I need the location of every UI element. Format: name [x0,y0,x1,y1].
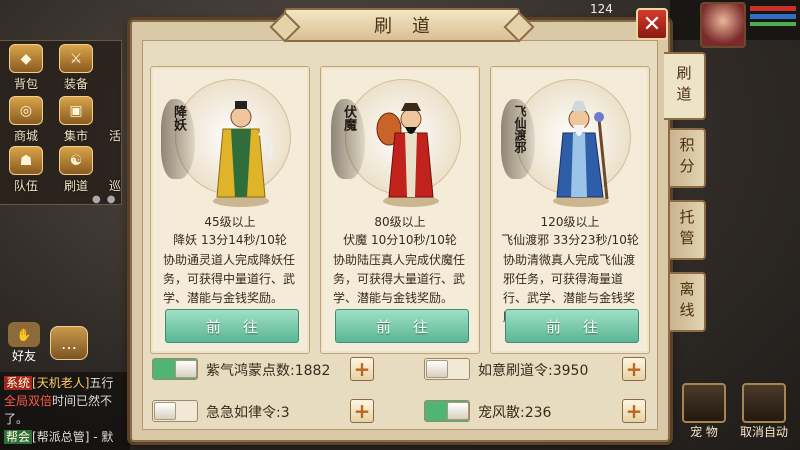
item-chongfengsan: 宠风散:236 + [424,394,656,426]
card-timer: 降妖 13分14秒/10轮 [173,233,287,247]
mall-icon: ◎ [9,96,43,125]
card-level: 45级以上 [204,215,256,229]
equipment-icon: ⚔ [59,44,93,73]
pet-icon [682,383,726,423]
daoist-icon: ☯ [59,146,93,175]
market-icon: ▣ [59,96,93,125]
item-ruyi-shuadao: 如意刷道令:3950 + [424,352,656,384]
add-item-button[interactable]: + [350,357,374,381]
card-timer: 飞仙渡邪 33分23秒/10轮 [501,233,639,247]
go-button[interactable]: 前往 [165,309,299,343]
chat-line: 了。 [4,412,29,426]
mp-bar [750,14,796,19]
close-button[interactable]: ✕ [636,8,668,40]
immortal-figure-icon [376,103,439,207]
go-button[interactable]: 前往 [335,309,469,343]
item-toggle[interactable] [424,400,470,422]
shuadao-dialog: 刷道 降妖 45级以上 降妖 13分14秒/10轮 协助通灵道人完成降妖任务，可… [130,8,670,442]
cancel-auto-button[interactable]: 取消自动 [736,382,792,440]
tab-lixian[interactable]: 离线 [670,272,706,332]
sage-figure-icon [553,101,609,207]
item-label: 宠风散:236 [478,405,552,421]
quest-card-feixian: 飞仙渡邪 120级以上 飞仙渡邪 33分23秒/10轮 协助清微真人完成飞仙渡邪… [490,66,650,354]
tab-tuoguan[interactable]: 托管 [670,200,706,260]
menu-market-button[interactable]: ▣ 集市 [54,96,98,144]
friends-button[interactable]: ✋ 好友 [4,322,44,364]
daoist-figure-icon [213,101,273,207]
quest-card-fumo: 伏魔 80级以上 伏魔 10分10秒/10轮 协助陆压真人完成伏魔任务，可获得大… [320,66,480,354]
item-row-2: 急急如律令:3 + 宠风散:236 + [152,394,652,430]
card-tag: 伏魔 [341,105,356,131]
chat-line: 系统 [天机老人]五行 [4,376,114,390]
item-row-1: 紫气鸿蒙点数:1882 + 如意刷道令:3950 + [152,352,652,388]
handshake-icon: ✋ [8,322,40,347]
menu-daoist-button[interactable]: ☯ 刷道 [54,146,98,194]
menu-team-button[interactable]: ☗ 队伍 [4,146,48,194]
npc-portrait: 伏魔 [331,75,471,211]
chat-panel[interactable]: 系统 [天机老人]五行 全局双倍时间已然不 了。 帮会 [帮派总管] - 默 [0,372,130,450]
chat-line: 帮会 [帮派总管] - 默 [4,430,114,444]
dialog-title: 刷道 [284,8,520,42]
item-label: 急急如律令:3 [206,405,290,421]
add-item-button[interactable]: + [622,399,646,423]
exp-bar [750,22,796,26]
bag-icon: ◆ [9,44,43,73]
item-label: 如意刷道令:3950 [478,363,589,379]
chat-bubble-icon: … [61,333,77,353]
tab-jifen[interactable]: 积分 [670,128,706,188]
card-description: 协助陆压真人完成伏魔任务，可获得大量道行、武学、潜能与金钱奖励。 [333,253,466,305]
card-level: 80级以上 [374,215,426,229]
card-tag: 飞仙渡邪 [513,105,527,153]
item-ziqi-hongmeng: 紫气鸿蒙点数:1882 + [152,352,384,384]
menu-patrol-button-partial[interactable]: 巡 [104,146,126,194]
team-icon: ☗ [9,146,43,175]
add-item-button[interactable]: + [622,357,646,381]
go-button[interactable]: 前往 [505,309,639,343]
crossed-swords-icon [742,383,786,423]
close-icon: ✕ [642,11,662,37]
item-toggle[interactable] [152,400,198,422]
item-toggle[interactable] [424,358,470,380]
card-description: 协助通灵道人完成降妖任务，可获得中量道行、武学、潜能与金钱奖励。 [163,253,296,305]
npc-portrait: 降妖 [161,75,301,211]
card-level: 120级以上 [540,215,600,229]
player-avatar[interactable] [700,2,746,48]
hp-bar [750,6,796,11]
pet-button[interactable]: 宠 物 [676,382,732,440]
hud-level-text: 124 [590,2,613,16]
add-item-button[interactable]: + [350,399,374,423]
menu-activity-button-partial[interactable]: 活 [104,96,126,144]
item-label: 紫气鸿蒙点数:1882 [206,363,331,379]
tab-shuadao[interactable]: 刷道 [664,52,706,120]
card-tag: 降妖 [171,105,186,131]
menu-bag-button[interactable]: ◆ 背包 [4,44,48,92]
chat-line: 全局双倍时间已然不 [4,394,113,408]
menu-mall-button[interactable]: ◎ 商城 [4,96,48,144]
quest-card-xiangyao: 降妖 45级以上 降妖 13分14秒/10轮 协助通灵道人完成降妖任务，可获得中… [150,66,310,354]
menu-pager-dots: ●● [92,194,122,205]
npc-portrait: 飞仙渡邪 [501,75,641,211]
menu-equipment-button[interactable]: ⚔ 装备 [54,44,98,92]
card-timer: 伏魔 10分10秒/10轮 [343,233,457,247]
item-toggle[interactable] [152,358,198,380]
item-jiji-rulvling: 急急如律令:3 + [152,394,384,426]
chat-button[interactable]: … [50,326,88,360]
